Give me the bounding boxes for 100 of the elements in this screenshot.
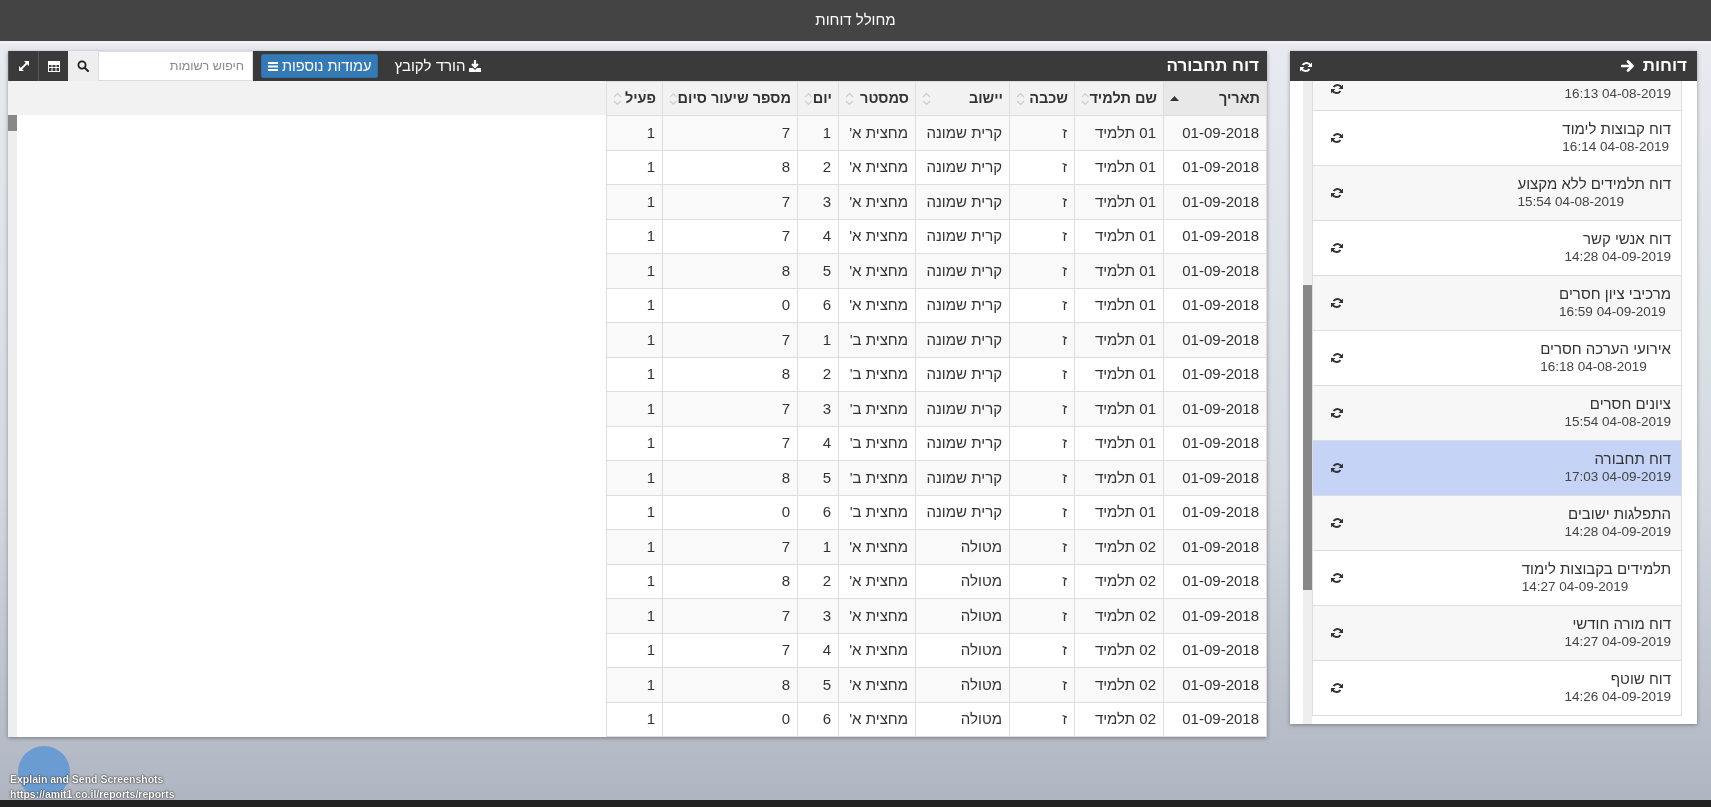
refresh-icon[interactable] — [1331, 407, 1343, 419]
download-button[interactable]: הורד לקובץ — [386, 54, 490, 78]
table-cell: ז — [1009, 667, 1075, 702]
table-cell: ז — [1009, 184, 1075, 219]
back-arrow-icon[interactable] — [1620, 59, 1635, 73]
table-cell: ז — [1009, 460, 1075, 495]
table-cell: 01-09-2018 — [1163, 633, 1267, 668]
table-cell: מחצית א' — [838, 598, 916, 633]
refresh-icon[interactable] — [1331, 352, 1343, 364]
refresh-icon[interactable] — [1331, 517, 1343, 529]
table-cell: 01-09-2018 — [1163, 150, 1267, 185]
refresh-icon[interactable] — [1300, 60, 1312, 73]
table-cell: 01 תלמיד — [1074, 184, 1164, 219]
table-cell: 6 — [797, 702, 839, 737]
scrollbar-thumb[interactable] — [8, 115, 17, 131]
table-cell: מחצית ב' — [838, 426, 916, 461]
report-timestamp: 14:28 04-09-2019 — [1564, 523, 1671, 541]
report-list-item[interactable]: 16:13 04-08-2019 — [1312, 81, 1682, 111]
refresh-icon[interactable] — [1331, 83, 1343, 95]
refresh-icon[interactable] — [1331, 132, 1343, 144]
report-timestamp: 14:27 04-09-2019 — [1564, 633, 1671, 651]
table-cell: מטולה — [915, 702, 1010, 737]
sort-icon — [922, 91, 931, 106]
report-name: אירועי הערכה חסרים — [1540, 340, 1671, 359]
table-cell: 01 תלמיד — [1074, 219, 1164, 254]
table-cell: 1 — [606, 184, 663, 219]
report-name: דוח שוטף — [1609, 670, 1671, 689]
table-cell: 8 — [662, 564, 798, 599]
column-header[interactable]: סמסטר — [838, 81, 916, 116]
column-header[interactable]: מספר שיעור סיום — [662, 81, 798, 116]
column-header[interactable]: תאריך — [1163, 81, 1267, 116]
refresh-icon[interactable] — [1331, 682, 1343, 694]
table-cell: 0 — [662, 702, 798, 737]
table-cell: 1 — [797, 115, 839, 150]
refresh-icon[interactable] — [1331, 242, 1343, 254]
table-cell: 01-09-2018 — [1163, 253, 1267, 288]
table-cell: 8 — [662, 357, 798, 392]
table-cell: 2 — [797, 564, 839, 599]
refresh-icon[interactable] — [1331, 187, 1343, 199]
sort-icon — [669, 91, 678, 106]
column-header[interactable]: יום — [797, 81, 839, 116]
table-cell: 7 — [662, 598, 798, 633]
table-cell: 7 — [662, 115, 798, 150]
report-name: דוח קבוצות לימוד — [1562, 120, 1671, 139]
download-icon — [469, 60, 482, 72]
column-header[interactable]: יישוב — [915, 81, 1010, 116]
table-cell: 2 — [797, 150, 839, 185]
table-cell: 01 תלמיד — [1074, 253, 1164, 288]
column-header[interactable]: שם תלמיד — [1074, 81, 1164, 116]
table-cell: 1 — [606, 667, 663, 702]
table-cell: ז — [1009, 253, 1075, 288]
sort-icon — [845, 91, 854, 106]
table-cell: 01-09-2018 — [1163, 529, 1267, 564]
table-cell: קרית שמונה — [915, 391, 1010, 426]
refresh-icon[interactable] — [1331, 572, 1343, 584]
table-cell: 01-09-2018 — [1163, 115, 1267, 150]
table-cell: 01-09-2018 — [1163, 322, 1267, 357]
table-cell: 01 תלמיד — [1074, 391, 1164, 426]
table-cell: מטולה — [915, 529, 1010, 564]
table-cell: 7 — [662, 426, 798, 461]
table-cell: קרית שמונה — [915, 115, 1010, 150]
table-cell: 01 תלמיד — [1074, 150, 1164, 185]
report-timestamp: 15:54 04-08-2019 — [1564, 413, 1671, 431]
report-timestamp: 16:14 04-08-2019 — [1562, 138, 1669, 156]
table-cell: מחצית א' — [838, 702, 916, 737]
sort-ascending-icon — [1170, 94, 1179, 103]
search-field[interactable]: חיפוש רשומות — [98, 51, 253, 81]
column-header[interactable]: פעיל — [606, 81, 663, 116]
more-columns-button[interactable]: עמודות נוספות — [261, 54, 379, 78]
search-button[interactable] — [68, 51, 98, 81]
search-icon — [77, 60, 89, 72]
report-name: דוח תחבורה — [1593, 450, 1671, 469]
table-cell: מחצית ב' — [838, 460, 916, 495]
table-cell: קרית שמונה — [915, 460, 1010, 495]
column-header[interactable]: שכבה — [1009, 81, 1075, 116]
report-name: התפלגות ישובים — [1567, 505, 1671, 524]
table-cell: 01-09-2018 — [1163, 391, 1267, 426]
report-name: דוח תלמידים ללא מקצוע — [1517, 175, 1671, 194]
table-cell: 02 תלמיד — [1074, 598, 1164, 633]
table-cell: מחצית א' — [838, 529, 916, 564]
table-cell: קרית שמונה — [915, 253, 1010, 288]
table-cell: 01-09-2018 — [1163, 184, 1267, 219]
table-cell: 01-09-2018 — [1163, 667, 1267, 702]
app-title: מחולל דוחות — [815, 10, 896, 31]
table-cell: מחצית ב' — [838, 357, 916, 392]
table-cell: 7 — [662, 391, 798, 426]
table-cell: 01 תלמיד — [1074, 460, 1164, 495]
refresh-icon[interactable] — [1331, 297, 1343, 309]
report-name: תלמידים בקבוצות לימוד — [1521, 560, 1671, 579]
table-cell: ז — [1009, 702, 1075, 737]
table-cell: 01-09-2018 — [1163, 598, 1267, 633]
table-cell: מחצית א' — [838, 150, 916, 185]
table-cell: קרית שמונה — [915, 322, 1010, 357]
refresh-icon[interactable] — [1331, 627, 1343, 639]
table-cell: 01 תלמיד — [1074, 322, 1164, 357]
table-cell: 0 — [662, 288, 798, 323]
refresh-icon[interactable] — [1331, 462, 1343, 474]
scrollbar-thumb[interactable] — [1303, 285, 1312, 590]
report-timestamp: 16:18 04-08-2019 — [1540, 358, 1647, 376]
report-name: מרכיבי ציון חסרים — [1559, 285, 1671, 304]
